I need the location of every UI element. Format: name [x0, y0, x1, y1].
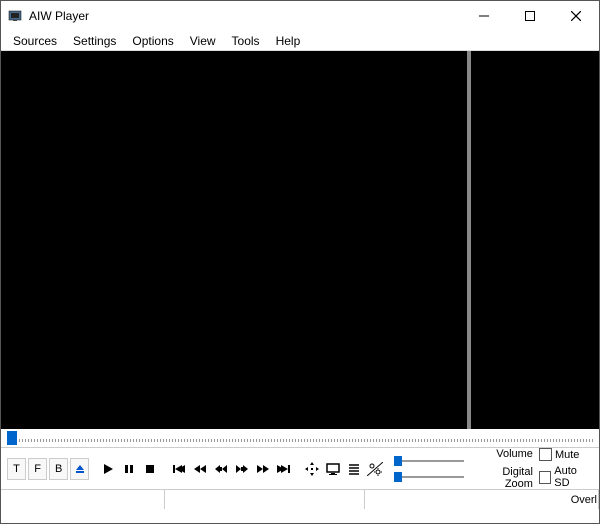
rewind-button[interactable] [190, 458, 209, 480]
seek-bar[interactable] [1, 429, 599, 447]
pause-button[interactable] [120, 458, 139, 480]
menu-settings[interactable]: Settings [65, 32, 124, 50]
seek-track [7, 439, 593, 442]
eject-button[interactable] [70, 458, 89, 480]
status-bar: Overl [1, 489, 599, 509]
auto-sd-checkbox[interactable] [539, 471, 551, 484]
control-bar: T F B Volume Digital Zoom Mute [1, 447, 599, 489]
zoom-slider[interactable] [394, 473, 464, 481]
checkbox-group: Mute Auto SD [539, 448, 593, 489]
menubar: Sources Settings Options View Tools Help [1, 31, 599, 51]
panel-divider[interactable] [467, 51, 471, 429]
skip-forward-button[interactable] [274, 458, 293, 480]
auto-sd-label: Auto SD [554, 465, 593, 489]
mute-label: Mute [555, 449, 579, 461]
step-back-button[interactable] [211, 458, 230, 480]
move-icon[interactable] [303, 458, 322, 480]
maximize-button[interactable] [507, 1, 553, 31]
volume-label: Volume [474, 448, 533, 460]
stop-button[interactable] [141, 458, 160, 480]
list-icon[interactable] [345, 458, 364, 480]
volume-thumb[interactable] [394, 456, 402, 466]
menu-help[interactable]: Help [268, 32, 309, 50]
minimize-button[interactable] [461, 1, 507, 31]
b-button[interactable]: B [49, 458, 68, 480]
brightness-icon[interactable] [366, 458, 385, 480]
status-cell-1 [1, 490, 165, 509]
titlebar: AIW Player [1, 1, 599, 31]
menu-tools[interactable]: Tools [224, 32, 268, 50]
slider-labels: Volume Digital Zoom [474, 448, 533, 490]
menu-sources[interactable]: Sources [5, 32, 65, 50]
status-cell-3 [365, 490, 599, 509]
monitor-icon[interactable] [324, 458, 343, 480]
play-button[interactable] [99, 458, 118, 480]
window-controls [461, 1, 599, 31]
sliders-group [394, 457, 464, 481]
skip-back-button[interactable] [169, 458, 188, 480]
menu-view[interactable]: View [182, 32, 224, 50]
status-cell-2 [165, 490, 365, 509]
video-display-area [1, 51, 599, 429]
zoom-label: Digital Zoom [474, 466, 533, 490]
close-button[interactable] [553, 1, 599, 31]
status-overlay-mode: Overl [571, 494, 597, 506]
t-button[interactable]: T [7, 458, 26, 480]
fast-forward-button[interactable] [253, 458, 272, 480]
seek-thumb[interactable] [7, 431, 17, 445]
volume-slider[interactable] [394, 457, 464, 465]
step-forward-button[interactable] [232, 458, 251, 480]
zoom-thumb[interactable] [394, 472, 402, 482]
f-button[interactable]: F [28, 458, 47, 480]
window-title: AIW Player [29, 9, 461, 23]
app-icon [7, 8, 23, 24]
menu-options[interactable]: Options [124, 32, 181, 50]
mute-checkbox[interactable] [539, 448, 552, 461]
